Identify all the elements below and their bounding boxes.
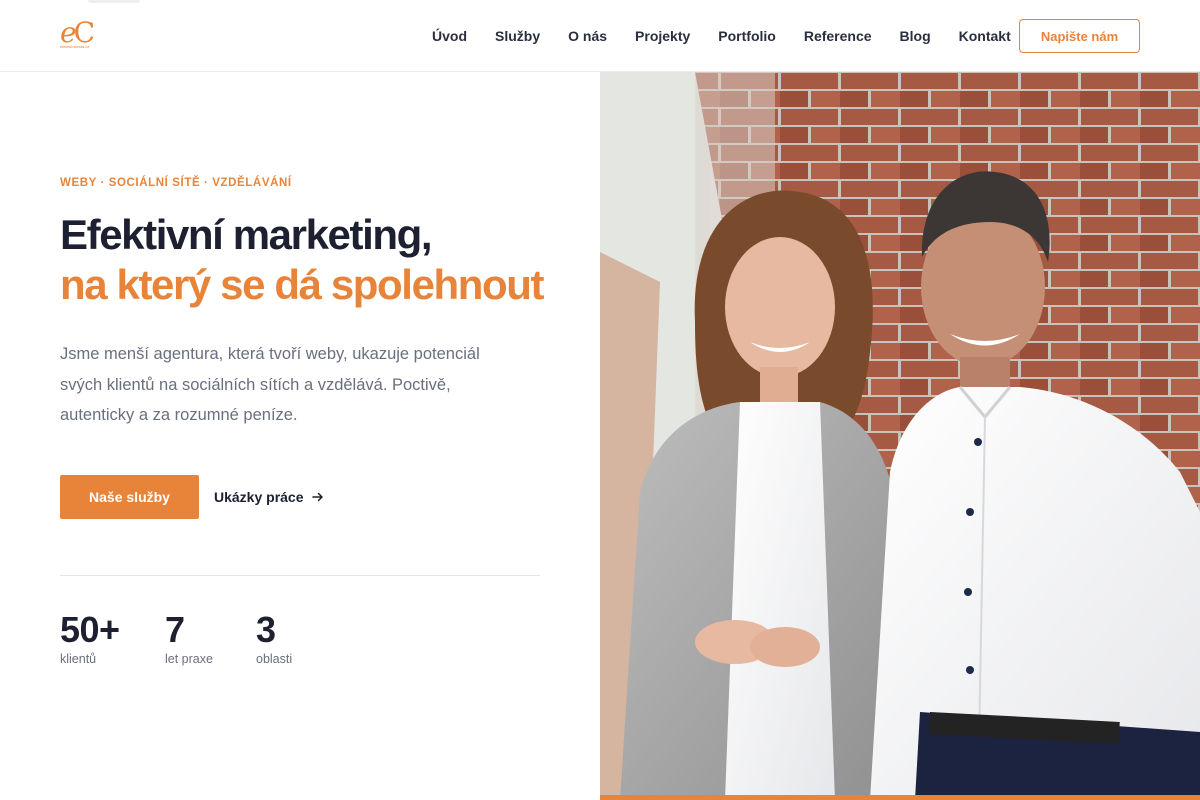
nav-item-uvod[interactable]: Úvod: [432, 28, 467, 44]
logo-tab-decoration: [88, 0, 140, 3]
stat-value: 50+: [60, 609, 120, 650]
main-nav: Úvod Služby O nás Projekty Portfolio Ref…: [418, 0, 1025, 72]
stat-areas: 3 oblasti: [256, 609, 293, 667]
work-samples-link[interactable]: Ukázky práce: [214, 475, 324, 519]
nav-item-blog[interactable]: Blog: [900, 28, 931, 44]
hero-photo: [600, 72, 1200, 800]
stat-label: oblasti: [256, 652, 293, 666]
stat-label: klientů: [60, 652, 97, 666]
logo[interactable]: eC efektivnicesta.cz: [60, 16, 102, 50]
hero-title-line1: Efektivní marketing,: [60, 211, 433, 258]
site-header: eC efektivnicesta.cz Úvod Služby O nás P…: [0, 0, 1200, 72]
nav-item-o-nas[interactable]: O nás: [568, 28, 607, 44]
nav-item-kontakt[interactable]: Kontakt: [959, 28, 1011, 44]
nav-item-reference[interactable]: Reference: [804, 28, 872, 44]
nav-item-sluzby[interactable]: Služby: [495, 28, 540, 44]
stat-years: 7 let praxe: [165, 609, 213, 667]
stat-value: 3: [256, 609, 276, 650]
hero-title: Efektivní marketing, na který se dá spol…: [60, 210, 580, 310]
logo-domain: efektivnicesta.cz: [60, 44, 90, 49]
logo-mark: eC: [60, 16, 95, 49]
contact-cta-button[interactable]: Napište nám: [1019, 19, 1140, 53]
hero-title-line2: na který se dá spolehnout: [60, 261, 545, 308]
services-button[interactable]: Naše služby: [60, 475, 199, 519]
team-photo-illustration: [600, 72, 1200, 800]
stats-divider: [60, 575, 540, 576]
nav-item-portfolio[interactable]: Portfolio: [718, 28, 776, 44]
nav-item-projekty[interactable]: Projekty: [635, 28, 690, 44]
photo-accent-bar: [600, 795, 1200, 800]
stat-label: let praxe: [165, 652, 213, 666]
hero-lead: Jsme menší agentura, která tvoří weby, u…: [60, 345, 480, 424]
hero-eyebrow: WEBY · SOCIÁLNÍ SÍTĚ · VZDĚLÁVÁNÍ: [60, 177, 292, 189]
work-samples-label: Ukázky práce: [214, 489, 304, 505]
stat-value: 7: [165, 609, 185, 650]
arrow-right-icon: [311, 492, 323, 502]
stat-clients: 50+ klientů: [60, 609, 120, 667]
